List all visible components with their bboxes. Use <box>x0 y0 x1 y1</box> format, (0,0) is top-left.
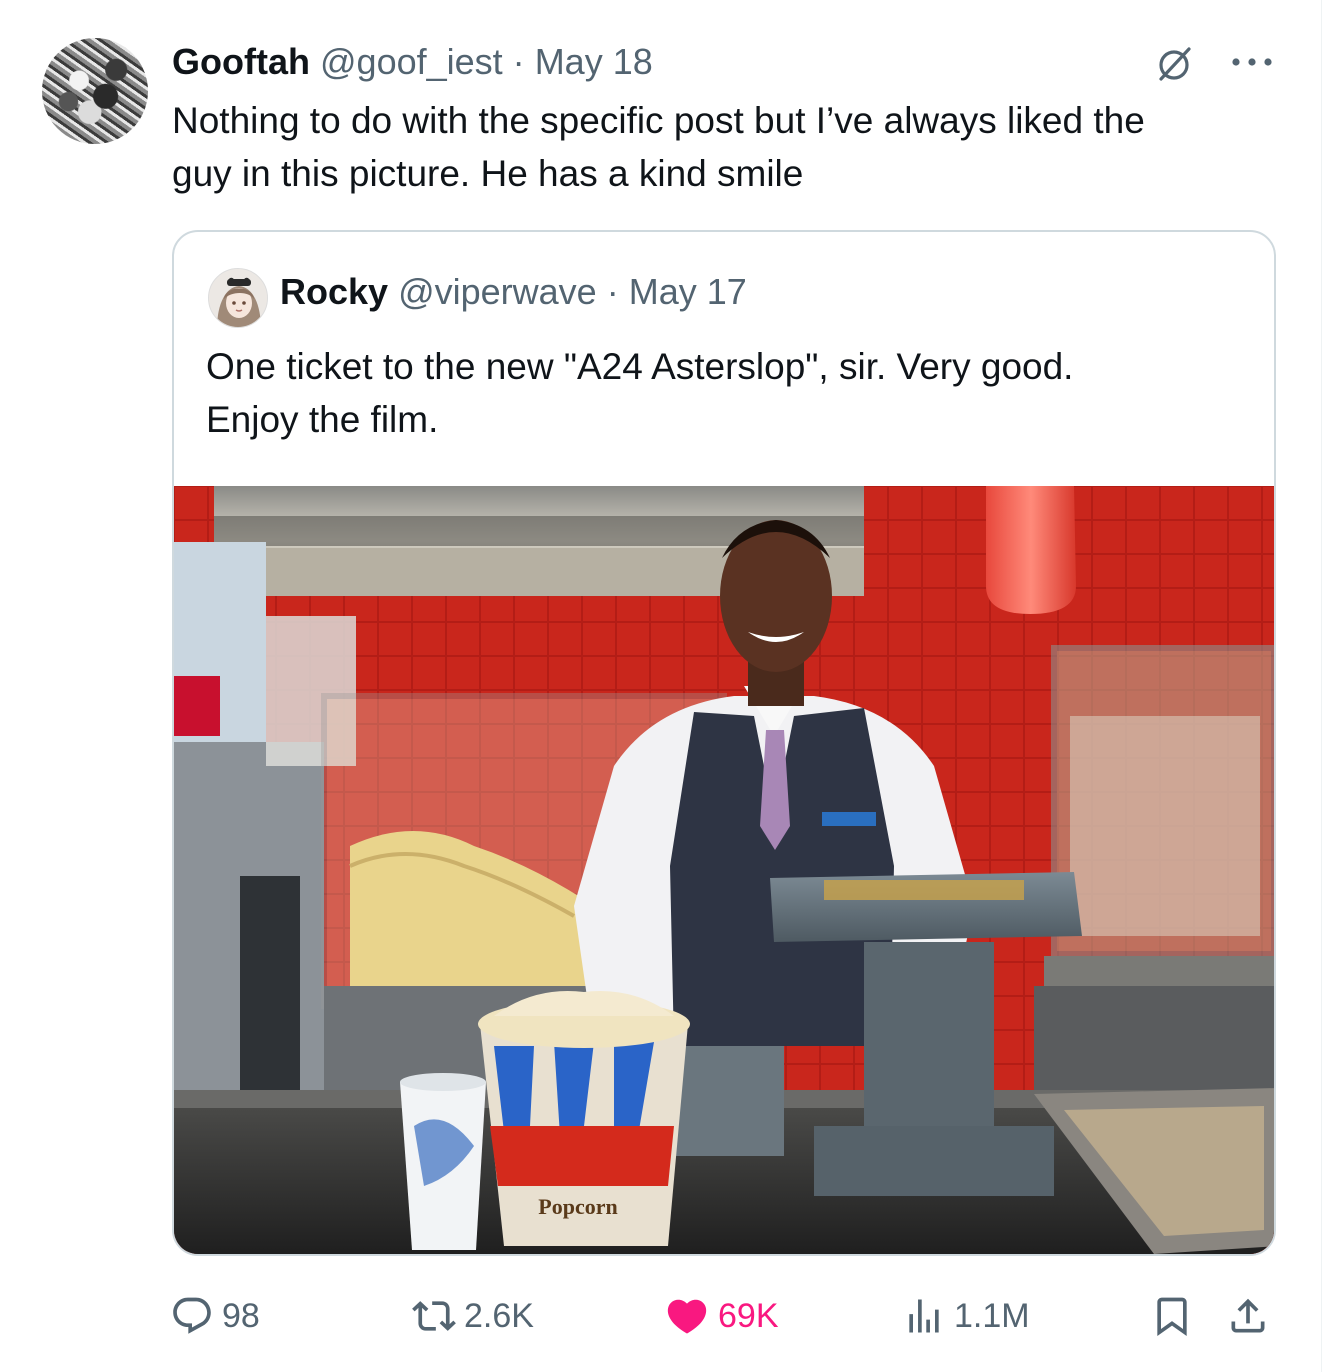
bookmark-icon <box>1157 1297 1187 1337</box>
reply-icon <box>173 1297 211 1334</box>
grok-icon[interactable] <box>1154 44 1194 84</box>
views-button[interactable]: 1.1M <box>902 1286 1030 1346</box>
post-text-line: Nothing to do with the specific post but… <box>172 100 1145 141</box>
quoted-header-separator: · <box>606 271 619 312</box>
views-count: 1.1M <box>954 1296 1030 1335</box>
views-icon <box>909 1299 939 1333</box>
share-button[interactable] <box>1226 1286 1270 1346</box>
bookmark-button[interactable] <box>1150 1286 1194 1346</box>
quoted-text-line: One ticket to the new "A24 Asterslop", s… <box>206 346 1074 387</box>
author-name[interactable]: Gooftah <box>172 41 310 82</box>
post[interactable]: Gooftah @goof_iest · May 18 Nothing to d… <box>0 0 1322 1372</box>
quoted-post-date[interactable]: May 17 <box>629 271 747 312</box>
action-bar: 98 2.6K 69K 1.1M <box>0 1286 1322 1346</box>
quoted-post-photo[interactable]: Popcorn <box>174 486 1274 1254</box>
quoted-post-header: Rocky @viperwave · May 17 <box>280 270 747 314</box>
author-handle[interactable]: @goof_iest <box>320 41 503 82</box>
post-text-line: guy in this picture. He has a kind smile <box>172 153 804 194</box>
like-icon <box>667 1299 707 1334</box>
repost-icon <box>412 1301 456 1331</box>
repost-button[interactable]: 2.6K <box>412 1286 534 1346</box>
cinema-concession-illustration: Popcorn <box>174 486 1274 1254</box>
quoted-author-avatar[interactable] <box>208 268 268 328</box>
post-text: Nothing to do with the specific post but… <box>172 94 1282 200</box>
like-count: 69K <box>718 1296 779 1335</box>
share-icon <box>1231 1298 1265 1333</box>
reply-count: 98 <box>222 1296 260 1335</box>
quoted-author-handle[interactable]: @viperwave <box>398 271 597 312</box>
quoted-post[interactable]: Rocky @viperwave · May 17 One ticket to … <box>172 230 1276 1256</box>
repost-count: 2.6K <box>464 1296 534 1335</box>
author-avatar[interactable] <box>42 38 148 144</box>
bucket-label: Popcorn <box>538 1194 617 1219</box>
like-button[interactable]: 69K <box>664 1286 779 1346</box>
reply-button[interactable]: 98 <box>170 1286 260 1346</box>
quoted-post-text: One ticket to the new "A24 Asterslop", s… <box>206 340 1246 446</box>
more-icon[interactable] <box>1230 54 1274 70</box>
quoted-text-line: Enjoy the film. <box>206 399 439 440</box>
header-separator: · <box>512 41 525 82</box>
quoted-author-name[interactable]: Rocky <box>280 271 388 312</box>
post-date[interactable]: May 18 <box>535 41 653 82</box>
post-header: Gooftah @goof_iest · May 18 <box>172 40 653 84</box>
